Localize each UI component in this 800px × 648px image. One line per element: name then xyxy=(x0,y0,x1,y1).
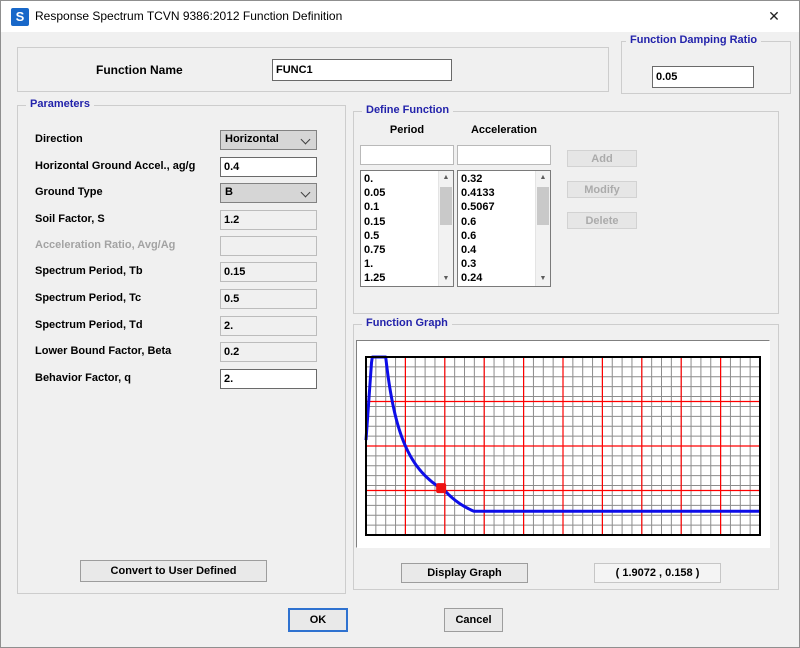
param-row-accel-ratio: Acceleration Ratio, Avg/Ag xyxy=(18,236,345,256)
period-list[interactable]: 0.0.050.10.150.50.751.1.25 ▲ ▼ xyxy=(360,170,454,287)
period-list-scrollbar[interactable]: ▲ ▼ xyxy=(438,171,453,286)
param-row-q: Behavior Factor, q xyxy=(18,369,345,389)
list-item[interactable]: 0.75 xyxy=(361,243,438,257)
list-item[interactable]: 0.6 xyxy=(458,215,535,229)
param-row-ground-type: Ground Type B xyxy=(18,183,345,203)
spectrum-tb-field xyxy=(220,262,317,282)
acceleration-header: Acceleration xyxy=(457,124,551,136)
param-row-tb: Spectrum Period, Tb xyxy=(18,262,345,282)
ground-accel-label: Horizontal Ground Accel., ag/g xyxy=(35,160,195,172)
damping-group-title: Function Damping Ratio xyxy=(626,34,761,46)
damping-ratio-input[interactable] xyxy=(652,66,754,88)
direction-value: Horizontal xyxy=(225,133,279,145)
param-row-beta: Lower Bound Factor, Beta xyxy=(18,342,345,362)
list-item[interactable]: 0.15 xyxy=(361,215,438,229)
accel-ratio-field xyxy=(220,236,317,256)
ok-button[interactable]: OK xyxy=(288,608,348,632)
function-graph-group: Function Graph Display Graph ( 1.9072 , … xyxy=(353,324,779,590)
list-item[interactable]: 0.24 xyxy=(458,271,535,285)
list-item[interactable]: 0.6 xyxy=(458,229,535,243)
period-input[interactable] xyxy=(360,145,454,165)
function-graph-group-title: Function Graph xyxy=(362,317,452,329)
ground-type-label: Ground Type xyxy=(35,186,103,198)
function-name-group: Function Name xyxy=(17,47,609,92)
list-item[interactable]: 0. xyxy=(361,172,438,186)
list-item[interactable]: 0.1 xyxy=(361,200,438,214)
delete-button[interactable]: Delete xyxy=(567,212,637,229)
param-row-ground-accel: Horizontal Ground Accel., ag/g xyxy=(18,157,345,177)
title-bar[interactable]: S Response Spectrum TCVN 9386:2012 Funct… xyxy=(1,1,799,32)
close-icon[interactable]: ✕ xyxy=(755,3,793,30)
list-item[interactable]: 0.05 xyxy=(361,186,438,200)
function-name-input[interactable] xyxy=(272,59,452,81)
damping-group: Function Damping Ratio xyxy=(621,41,791,94)
define-function-group-title: Define Function xyxy=(362,104,453,116)
list-item[interactable]: 0.4 xyxy=(458,243,535,257)
scrollbar-thumb[interactable] xyxy=(440,187,452,225)
scroll-up-icon[interactable]: ▲ xyxy=(536,171,550,185)
beta-label: Lower Bound Factor, Beta xyxy=(35,345,171,357)
cursor-coordinate-readout: ( 1.9072 , 0.158 ) xyxy=(594,563,721,583)
cancel-button[interactable]: Cancel xyxy=(444,608,503,632)
window-title: Response Spectrum TCVN 9386:2012 Functio… xyxy=(35,1,342,32)
spectrum-td-label: Spectrum Period, Td xyxy=(35,319,143,331)
chevron-down-icon xyxy=(301,188,311,198)
list-item[interactable]: 0.3 xyxy=(458,257,535,271)
param-row-soil-factor: Soil Factor, S xyxy=(18,210,345,230)
list-item[interactable]: 0.5 xyxy=(361,229,438,243)
function-graph-plot[interactable] xyxy=(357,341,769,547)
list-item[interactable]: 1. xyxy=(361,257,438,271)
spectrum-tb-label: Spectrum Period, Tb xyxy=(35,265,143,277)
list-item[interactable]: 0.4133 xyxy=(458,186,535,200)
scroll-down-icon[interactable]: ▼ xyxy=(439,272,453,286)
list-item[interactable]: 0.5067 xyxy=(458,200,535,214)
spectrum-tc-label: Spectrum Period, Tc xyxy=(35,292,141,304)
direction-select[interactable]: Horizontal xyxy=(220,130,317,150)
parameters-group-title: Parameters xyxy=(26,98,94,110)
param-row-direction: Direction Horizontal xyxy=(18,130,345,150)
app-icon: S xyxy=(11,8,29,26)
convert-to-user-defined-button[interactable]: Convert to User Defined xyxy=(80,560,267,582)
scroll-down-icon[interactable]: ▼ xyxy=(536,272,550,286)
dialog-window: S Response Spectrum TCVN 9386:2012 Funct… xyxy=(0,0,800,648)
soil-factor-field xyxy=(220,210,317,230)
acceleration-list[interactable]: 0.320.41330.50670.60.60.40.30.24 ▲ ▼ xyxy=(457,170,551,287)
display-graph-button[interactable]: Display Graph xyxy=(401,563,528,583)
acceleration-list-scrollbar[interactable]: ▲ ▼ xyxy=(535,171,550,286)
list-item[interactable]: 0.32 xyxy=(458,172,535,186)
param-row-tc: Spectrum Period, Tc xyxy=(18,289,345,309)
accel-ratio-label: Acceleration Ratio, Avg/Ag xyxy=(35,239,175,251)
ground-type-value: B xyxy=(225,186,233,198)
behavior-q-input[interactable] xyxy=(220,369,317,389)
acceleration-input[interactable] xyxy=(457,145,551,165)
period-header: Period xyxy=(360,124,454,136)
modify-button[interactable]: Modify xyxy=(567,181,637,198)
spectrum-td-field xyxy=(220,316,317,336)
ground-type-select[interactable]: B xyxy=(220,183,317,203)
direction-label: Direction xyxy=(35,133,83,145)
function-name-label: Function Name xyxy=(96,63,183,77)
function-graph-canvas[interactable] xyxy=(356,340,770,548)
behavior-q-label: Behavior Factor, q xyxy=(35,372,131,384)
ground-accel-input[interactable] xyxy=(220,157,317,177)
list-item[interactable]: 1.25 xyxy=(361,271,438,285)
chevron-down-icon xyxy=(301,135,311,145)
beta-field xyxy=(220,342,317,362)
scroll-up-icon[interactable]: ▲ xyxy=(439,171,453,185)
define-function-group: Define Function Period Acceleration 0.0.… xyxy=(353,111,779,314)
spectrum-tc-field xyxy=(220,289,317,309)
add-button[interactable]: Add xyxy=(567,150,637,167)
parameters-group: Parameters Direction Horizontal Horizont… xyxy=(17,105,346,594)
soil-factor-label: Soil Factor, S xyxy=(35,213,105,225)
scrollbar-thumb[interactable] xyxy=(537,187,549,225)
param-row-td: Spectrum Period, Td xyxy=(18,316,345,336)
